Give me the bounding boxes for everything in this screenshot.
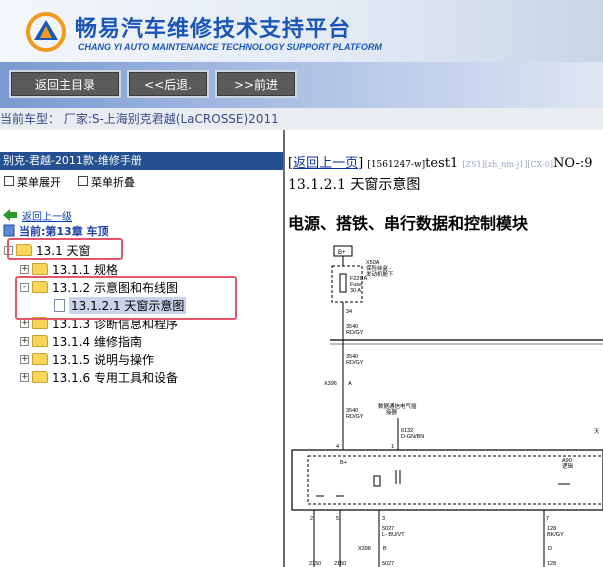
- forward-button[interactable]: >>前进: [215, 70, 297, 98]
- current-chapter: 当前:第13章 车顶: [19, 225, 109, 238]
- wire-label: RD/GY: [346, 330, 364, 336]
- folder-icon: [32, 371, 48, 383]
- module-bplus: B+: [340, 460, 347, 466]
- wire-label: D-GN/BN: [401, 434, 424, 440]
- pin-label: 4: [336, 444, 339, 450]
- wire-label: 2150: [334, 561, 346, 567]
- highlight-box: [7, 238, 123, 260]
- pin-label: D: [548, 546, 552, 552]
- component-label: 接器: [386, 408, 398, 416]
- menu-expand-button[interactable]: 菜单展开: [17, 174, 61, 190]
- section-title: 13.1.2.1 天窗示意图: [288, 177, 421, 193]
- cy-logo-icon: [26, 12, 66, 52]
- pin-label: 3: [382, 516, 385, 522]
- app-title: 畅易汽车维修技术支持平台: [75, 17, 352, 42]
- page-number: NO-:9: [552, 156, 593, 171]
- pin-label: A: [348, 381, 352, 387]
- fuse-note: 保险丝盒 -: [366, 264, 392, 272]
- wire-label: 2150: [309, 561, 321, 567]
- main-menu-button[interactable]: 返回主目录: [9, 70, 121, 98]
- fuse-icon: [339, 273, 347, 293]
- pin-label: 5: [336, 516, 339, 522]
- current-model: 当前车型： 厂家:S-上海别克君越(LaCROSSE)2011: [0, 112, 279, 126]
- doc-codes: [ZS1][zh_nm-j1][CX-0]: [462, 160, 553, 169]
- tree-item-label: 13.1.6 专用工具和设备: [52, 370, 178, 385]
- bplus-label: B+: [338, 250, 346, 256]
- wire-label: L- BU/VT: [382, 532, 405, 538]
- content-pane: [返回上一页] [1561247-w]test1 [ZS1][zh_nm-j1]…: [286, 130, 603, 567]
- module-name: 逻辑: [562, 462, 574, 470]
- tree-item[interactable]: +13.1.5 说明与操作: [20, 350, 154, 368]
- app-header: 畅易汽车维修技术支持平台 CHANG YI AUTO MAINTENANCE T…: [0, 0, 603, 62]
- back-up-link[interactable]: 返回上一级: [22, 208, 72, 223]
- tree-item-label: 13.1.1 规格: [52, 262, 118, 277]
- highlight-box: [15, 276, 237, 320]
- wire-label: RD/GY: [346, 360, 364, 366]
- folder-icon: [32, 353, 48, 365]
- expand-toggle-icon[interactable]: +: [20, 264, 29, 274]
- tree-item-label: 13.1.4 维修指南: [52, 334, 142, 349]
- toolbar: 返回主目录 <<后退. >>前进: [0, 62, 603, 108]
- fuse-note: 发动机舱下: [366, 270, 394, 278]
- doc-name: test1: [425, 156, 459, 171]
- component-label: 数据通信电气插: [378, 402, 417, 410]
- book-icon: [3, 224, 15, 237]
- menu-collapse-button[interactable]: 菜单折叠: [91, 174, 135, 190]
- wire-label: BK/GY: [547, 532, 564, 538]
- folder-icon: [32, 335, 48, 347]
- collapse-icon: [78, 176, 88, 186]
- pin-label: 1: [391, 444, 394, 450]
- tree-item[interactable]: +13.1.4 维修指南: [20, 332, 142, 350]
- arrow-left-icon: [3, 209, 17, 221]
- pin-label: 2: [310, 516, 313, 522]
- app-subtitle: CHANG YI AUTO MAINTENANCE TECHNOLOGY SUP…: [78, 42, 382, 52]
- wire-label: 128: [547, 561, 556, 567]
- back-page-link[interactable]: 返回上一页: [293, 156, 358, 171]
- wiring-diagram: B+ X50A 保险丝盒 - 发动机舱下 F22UA Fuse 30 A 34 …: [291, 245, 603, 567]
- tree-item-label: 13.1.5 说明与操作: [52, 352, 154, 367]
- resistor-icon: [373, 475, 381, 487]
- doc-id: [1561247-w]: [367, 160, 426, 170]
- folder-icon: [32, 263, 48, 275]
- connector-label: X396: [324, 381, 337, 387]
- tree-item[interactable]: +13.1.6 专用工具和设备: [20, 368, 178, 386]
- module-box: [291, 449, 603, 511]
- expand-toggle-icon[interactable]: +: [20, 372, 29, 382]
- expand-icon: [4, 176, 14, 186]
- expand-toggle-icon[interactable]: +: [20, 336, 29, 346]
- doc-header: [返回上一页] [1561247-w]test1 [ZS1][zh_nm-j1]…: [288, 156, 593, 171]
- fuse-rating: 30 A: [350, 288, 361, 294]
- wire-label: RD/GY: [346, 414, 364, 420]
- diagram-subtitle: 电源、搭铁、串行数据和控制模块: [288, 214, 529, 233]
- left-pane: 别克-君越-2011款-维修手册 菜单展开 菜单折叠 返回上一级 当前:第13章…: [0, 130, 285, 567]
- connector-label: X398: [358, 546, 371, 552]
- manual-title: 别克-君越-2011款-维修手册: [0, 152, 283, 170]
- back-button[interactable]: <<后退.: [127, 70, 209, 98]
- module-inner: [307, 455, 603, 505]
- expand-toggle-icon[interactable]: +: [20, 354, 29, 364]
- side-label: 天: [594, 428, 600, 435]
- model-info-bar: 当前车型： 厂家:S-上海别克君越(LaCROSSE)2011: [0, 108, 603, 130]
- wire-label: 5027: [382, 561, 394, 567]
- pin-label: B: [383, 546, 387, 552]
- pin-label: 7: [546, 516, 549, 522]
- wire-label: 34: [346, 309, 352, 315]
